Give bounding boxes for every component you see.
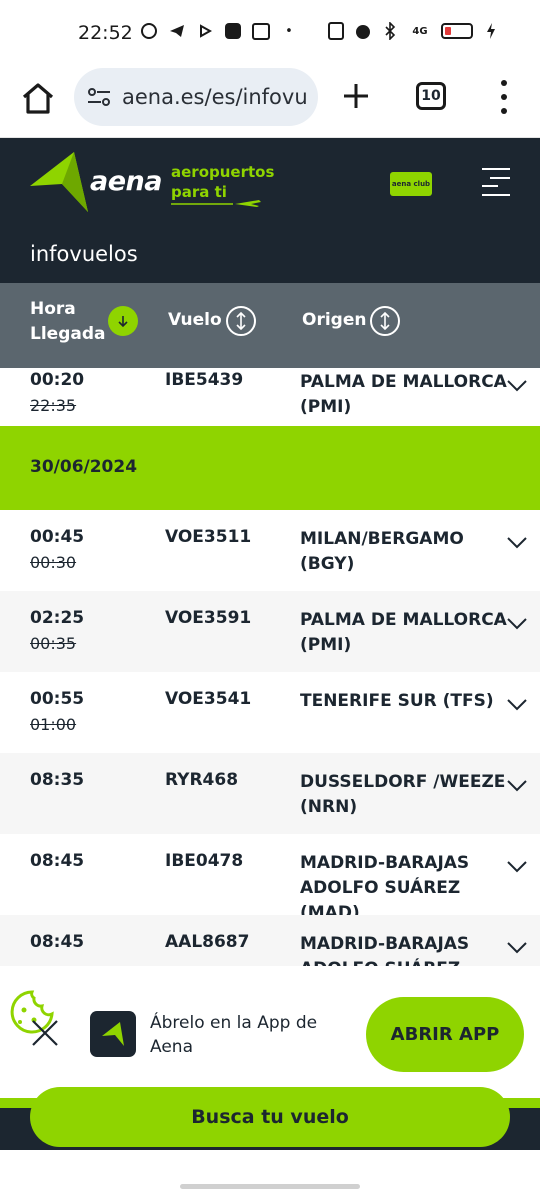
address-bar[interactable]: aena.es/es/infovu [74,68,318,126]
flight-number: IBE0478 [165,851,244,871]
date-group-label: 30/06/2024 [30,457,138,477]
system-nav-area [0,1150,540,1200]
column-flight[interactable]: Vuelo [168,310,222,330]
table-header: Hora Llegada Vuelo Origen [0,283,540,368]
chevron-down-icon[interactable] [506,779,528,793]
brand-name: aena [90,166,162,197]
chevron-down-icon[interactable] [506,941,528,955]
sort-descending-icon[interactable] [108,306,138,336]
scheduled-time: 00:35 [30,634,77,653]
arrival-time: 00:55 [30,689,85,709]
nfc-icon [327,22,345,40]
app-banner: Ábrelo en la App de Aena ABRIR APP [0,966,540,1098]
scheduled-time: 01:00 [30,715,77,734]
alarm-icon [354,22,372,40]
date-group-header: 30/06/2024 [0,426,540,510]
table-row[interactable]: 08:45 AAL8687 MADRID-BARAJAS ADOLFO SUÁR… [0,915,540,966]
chevron-down-icon[interactable] [506,536,528,550]
scheduled-time: 00:30 [30,553,77,572]
aena-logo-icon[interactable] [28,152,94,212]
charging-icon [482,22,500,40]
chevron-down-icon[interactable] [506,379,528,393]
sort-flight-icon[interactable] [226,306,256,336]
calendar-icon [252,22,270,40]
origin: DUSSELDORF /WEEZE (NRN) [300,772,506,817]
browser-menu-icon[interactable] [494,80,514,114]
gesture-nav-handle[interactable] [180,1184,360,1189]
browser-toolbar: aena.es/es/infovu 10 [0,66,540,138]
origin: PALMA DE MALLORCA (PMI) [300,610,507,655]
flight-list: 00:20 22:35 IBE5439 PALMA DE MALLORCA (P… [0,368,540,966]
column-origin[interactable]: Origen [302,310,366,330]
app-notification-icon [224,22,242,40]
status-time: 22:52 [78,22,133,44]
tab-switcher-button[interactable]: 10 [416,82,446,110]
flight-number: VOE3591 [165,608,252,628]
chevron-down-icon[interactable] [506,617,528,631]
origin: MADRID-BARAJAS ADOLFO SUÁREZ (MAD) [300,934,470,966]
column-arrival-time-line1: Hora [30,299,76,319]
hamburger-menu-icon[interactable] [482,168,510,196]
origin: MILAN/BERGAMO (BGY) [300,529,464,574]
arrival-time: 02:25 [30,608,85,628]
sort-origin-icon[interactable] [370,306,400,336]
table-row[interactable]: 00:20 22:35 IBE5439 PALMA DE MALLORCA (P… [0,368,540,426]
open-app-button[interactable]: ABRIR APP [366,997,524,1072]
arrival-time: 00:45 [30,527,85,547]
arrival-time: 08:35 [30,770,85,790]
plane-icon [171,193,263,207]
scheduled-time: 22:35 [30,396,77,415]
bluetooth-icon [381,22,399,40]
column-arrival-time[interactable]: Hora Llegada [30,297,105,347]
table-row[interactable]: 02:25 00:35 VOE3591 PALMA DE MALLORCA (P… [0,591,540,672]
flight-number: VOE3541 [165,689,252,709]
network-label: 4G [412,25,428,37]
app-banner-text: Ábrelo en la App de Aena [150,1013,318,1057]
flight-number: VOE3511 [165,527,252,547]
status-bar: 22:52 • 4G [0,0,540,66]
column-arrival-time-line2: Llegada [30,324,106,344]
arrival-time: 00:20 [30,370,85,390]
telegram-icon [168,22,186,40]
whatsapp-icon [140,22,158,40]
play-icon [196,22,214,40]
site-header: aena aeropuertos para ti aena club infov… [0,138,540,283]
aena-app-icon [90,1011,136,1057]
chevron-down-icon[interactable] [506,698,528,712]
table-row[interactable]: 08:35 RYR468 DUSSELDORF /WEEZE (NRN) [0,753,540,834]
table-row[interactable]: 08:45 IBE0478 MADRID-BARAJAS ADOLFO SUÁR… [0,834,540,923]
close-icon[interactable] [30,1018,60,1048]
table-row[interactable]: 00:45 00:30 VOE3511 MILAN/BERGAMO (BGY) [0,510,540,591]
chevron-down-icon[interactable] [506,860,528,874]
aena-club-badge[interactable]: aena club [390,172,432,196]
home-icon[interactable] [18,78,58,118]
site-settings-icon[interactable] [86,84,112,110]
arrival-time: 08:45 [30,851,85,871]
url-text: aena.es/es/infovu [122,85,308,109]
new-tab-icon[interactable] [338,78,374,114]
flight-number: IBE5439 [165,370,244,390]
origin: PALMA DE MALLORCA (PMI) [300,372,507,417]
battery-icon [441,23,473,39]
search-flight-button[interactable]: Busca tu vuelo [30,1087,510,1147]
section-title: infovuelos [30,242,138,266]
arrival-time: 08:45 [30,932,85,952]
dot-icon: • [285,23,293,39]
flight-number: RYR468 [165,770,239,790]
origin: TENERIFE SUR (TFS) [300,691,494,711]
flight-number: AAL8687 [165,932,250,952]
table-row[interactable]: 00:55 01:00 VOE3541 TENERIFE SUR (TFS) [0,672,540,753]
tagline-line1: aeropuertos [171,163,275,181]
